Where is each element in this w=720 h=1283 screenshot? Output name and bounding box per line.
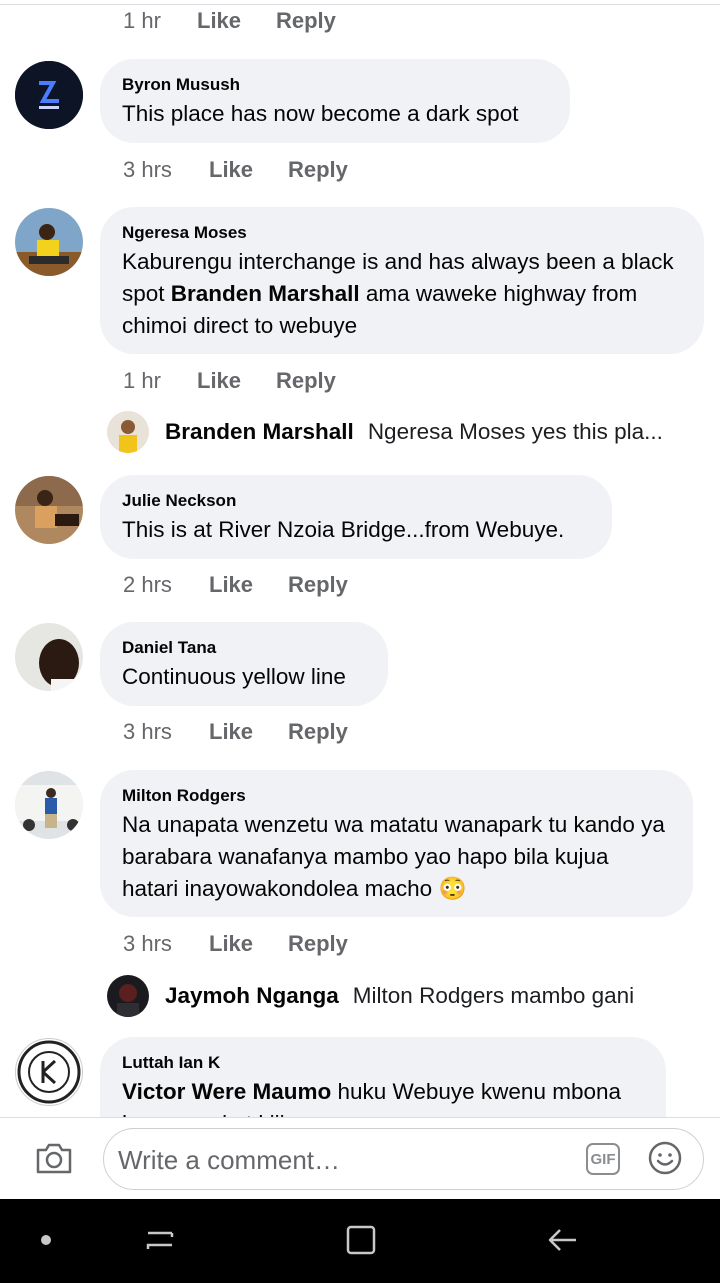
reply-preview[interactable]: Branden Marshall Ngeresa Moses yes this … [107,411,663,453]
avatar [107,411,149,453]
avatar[interactable] [15,771,83,839]
profile-photo-icon [15,623,83,691]
like-button[interactable]: Like [209,719,288,745]
comment-meta: 2 hrs Like Reply [123,572,348,598]
avatar[interactable] [15,1038,83,1106]
reply-button[interactable]: Reply [276,368,336,394]
comment-text: Victor Were Maumo huku Webuye kwenu mbon… [122,1076,644,1117]
comment-author[interactable]: Julie Neckson [122,491,590,511]
comment-meta: 3 hrs Like Reply [123,157,348,183]
comment-meta: 1 hr Like Reply [123,368,336,394]
recents-icon[interactable] [140,1219,180,1263]
reply-text: Milton Rodgers mambo gani [352,983,635,1008]
reply-preview[interactable]: Jaymoh Nganga Milton Rodgers mambo gani [107,975,634,1017]
recent-apps-dot-icon[interactable] [36,1219,56,1263]
comment-text: This place has now become a dark spot [122,101,519,126]
avatar[interactable] [15,61,83,129]
comment-text: Na unapata wenzetu wa matatu wanapark tu… [122,812,665,901]
comment-author[interactable]: Byron Musush [122,75,548,95]
comment-text: Continuous yellow line [122,664,346,689]
comments-feed[interactable]: 1 hr Like Reply Byron Musush This place … [0,0,720,1117]
mention-link[interactable]: Victor Were Maumo [122,1079,331,1104]
avatar[interactable] [15,476,83,544]
reply-button[interactable]: Reply [288,157,348,183]
comment-time: 3 hrs [123,931,172,956]
like-button[interactable]: Like [209,931,288,957]
comment-time: 1 hr [123,8,161,33]
emoji-icon[interactable] [647,1140,683,1176]
comment-author[interactable]: Milton Rodgers [122,786,671,806]
reply-button[interactable]: Reply [288,931,348,957]
comment-bubble[interactable]: Ngeresa Moses Kaburengu interchange is a… [100,207,704,354]
comment-author[interactable]: Daniel Tana [122,638,366,658]
gif-icon[interactable]: GIF [586,1143,620,1175]
comment-meta: 3 hrs Like Reply [123,931,348,957]
comment-bubble[interactable]: Daniel Tana Continuous yellow line [100,622,388,706]
like-button[interactable]: Like [209,157,288,183]
reply-button[interactable]: Reply [276,8,336,34]
system-nav-bar [0,1199,720,1283]
comment-time: 1 hr [123,368,161,393]
comment-bubble[interactable]: Luttah Ian K Victor Were Maumo huku Webu… [100,1037,666,1117]
back-icon[interactable] [542,1219,582,1263]
comment-input[interactable] [116,1141,560,1179]
comment-bubble[interactable]: Byron Musush This place has now become a… [100,59,570,143]
seal-logo-icon [17,1040,81,1104]
profile-photo-icon [107,411,149,453]
profile-photo-icon [107,975,149,1017]
reply-button[interactable]: Reply [288,719,348,745]
reply-text: Ngeresa Moses yes this pla... [367,419,663,444]
comment-time: 3 hrs [123,157,172,182]
reply-author[interactable]: Jaymoh Nganga [165,983,339,1009]
mention-link[interactable]: Branden Marshall [171,281,360,306]
comment-time: 2 hrs [123,572,172,597]
avatar[interactable] [15,623,83,691]
profile-photo-icon [15,476,83,544]
avatar[interactable] [15,208,83,276]
comment-author[interactable]: Luttah Ian K [122,1053,644,1073]
comment-time: 3 hrs [123,719,172,744]
comment-meta: 1 hr Like Reply [123,8,336,34]
comment-composer: GIF [0,1117,720,1200]
comment-input-box[interactable]: GIF [103,1128,704,1190]
comment-text: This is at River Nzoia Bridge...from Web… [122,517,565,542]
reply-author[interactable]: Branden Marshall [165,419,354,445]
home-icon[interactable] [340,1219,380,1263]
avatar [107,975,149,1017]
profile-photo-icon [15,208,83,276]
comment-bubble[interactable]: Julie Neckson This is at River Nzoia Bri… [100,475,612,559]
like-button[interactable]: Like [209,572,288,598]
like-button[interactable]: Like [197,368,276,394]
comment-bubble[interactable]: Milton Rodgers Na unapata wenzetu wa mat… [100,770,693,917]
reply-button[interactable]: Reply [288,572,348,598]
comment-meta: 3 hrs Like Reply [123,719,348,745]
profile-photo-icon [15,771,83,839]
comment-author[interactable]: Ngeresa Moses [122,223,682,243]
comment-text: Kaburengu interchange is and has always … [122,246,682,342]
logo-avatar-icon [15,61,83,129]
camera-icon[interactable] [34,1140,74,1176]
like-button[interactable]: Like [197,8,276,34]
